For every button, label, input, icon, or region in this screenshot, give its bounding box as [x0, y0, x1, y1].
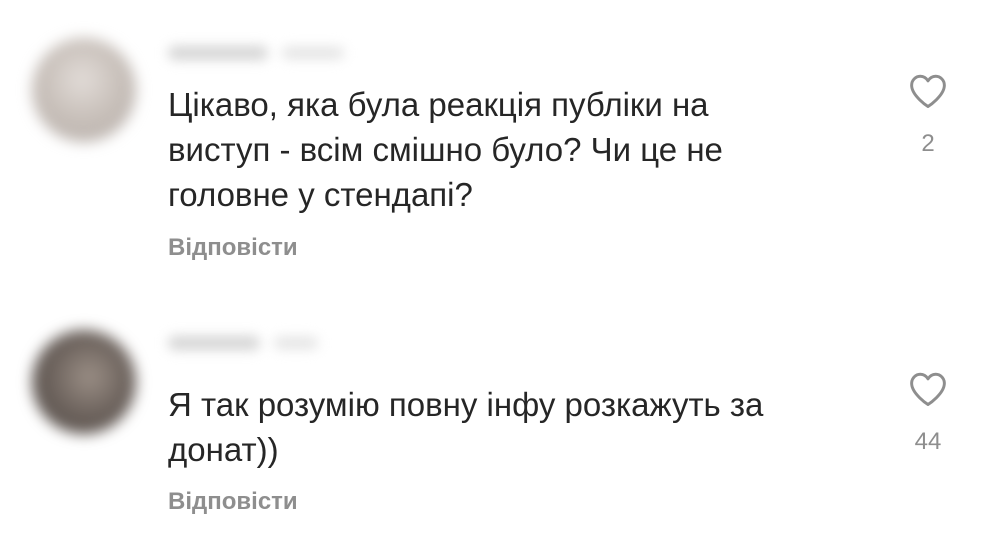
like-block: 44 — [900, 370, 956, 456]
avatar[interactable] — [32, 330, 136, 434]
like-count: 2 — [921, 130, 935, 157]
username-blurred[interactable] — [168, 46, 268, 60]
comment-text: Я так розумію повну інфу розкажуть за до… — [168, 386, 764, 468]
heart-outline-icon — [910, 372, 946, 406]
like-block: 2 — [900, 72, 956, 158]
comments-list: Цікаво, яка була реакція публіки на вист… — [0, 0, 1000, 533]
timestamp-blurred — [282, 47, 344, 59]
comment-meta — [168, 332, 318, 354]
reply-button[interactable]: Відповісти — [168, 234, 298, 262]
reply-button[interactable]: Відповісти — [168, 488, 298, 516]
comment-text: Цікаво, яка була реакція публіки на вист… — [168, 86, 723, 213]
avatar[interactable] — [32, 38, 136, 142]
like-button[interactable] — [906, 72, 950, 112]
heart-outline-icon — [910, 74, 946, 108]
comment-item: Цікаво, яка була реакція публіки на вист… — [0, 0, 1000, 290]
username-blurred[interactable] — [168, 336, 260, 350]
like-button[interactable] — [906, 370, 950, 410]
timestamp-blurred — [274, 337, 318, 349]
comment-meta — [168, 42, 344, 64]
comment-item: Я так розумію повну інфу розкажуть за до… — [0, 300, 1000, 533]
like-count: 44 — [914, 428, 942, 455]
